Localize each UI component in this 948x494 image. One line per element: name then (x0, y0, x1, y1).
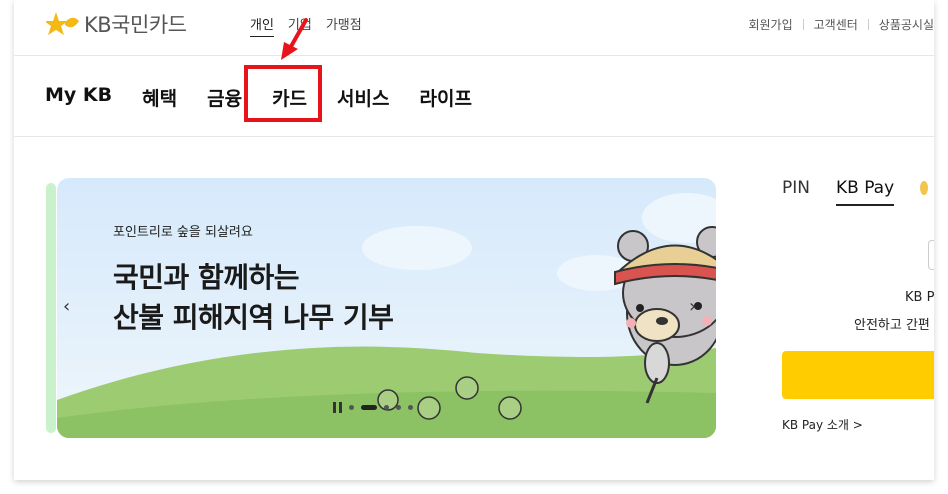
logo-text: KB국민카드 (84, 13, 187, 37)
segment-personal[interactable]: 개인 (250, 14, 274, 37)
divider (802, 19, 804, 30)
pager-dot[interactable] (384, 405, 389, 410)
pay-description-text: 안전하고 간편 (854, 318, 930, 333)
nav-life[interactable]: 라이프 (419, 84, 471, 111)
banner-title-line1: 국민과 함께하는 (113, 261, 300, 294)
kb-logo[interactable]: KB국민카드 (46, 8, 187, 40)
kb-pay-intro-link[interactable]: KB Pay 소개 > (782, 416, 863, 433)
banner-prev-button[interactable]: ‹ (63, 296, 70, 317)
prev-banner-edge (46, 183, 56, 433)
nav-benefits[interactable]: 혜택 (142, 84, 177, 111)
pause-icon[interactable] (333, 402, 342, 413)
pay-description-title: KB P (905, 290, 934, 305)
utility-links: 회원가입 고객센터 상품공시실 (748, 16, 934, 33)
promo-banner[interactable]: 포인트리로 숲을 되살려요 국민과 함께하는 산불 피해지역 나무 기부 ‹ › (57, 178, 716, 438)
tab-kb-pay[interactable]: KB Pay (835, 178, 895, 206)
divider (867, 19, 869, 30)
banner-title-line2: 산불 피해지역 나무 기부 (113, 301, 394, 334)
nav-service[interactable]: 서비스 (337, 84, 389, 111)
top-utility-bar: KB국민카드 개인 기업 가맹점 회원가입 고객센터 상품공시실 (14, 0, 934, 56)
nav-my-kb[interactable]: My KB (45, 84, 112, 111)
pager-dot[interactable] (396, 405, 401, 410)
banner-pager (333, 402, 413, 413)
signup-link[interactable]: 회원가입 (748, 16, 792, 33)
browser-viewport: KB국민카드 개인 기업 가맹점 회원가입 고객센터 상품공시실 My KB 혜… (14, 0, 934, 480)
nav-divider (14, 136, 934, 137)
banner-kicker: 포인트리로 숲을 되살려요 (113, 225, 253, 240)
product-disclosure-link[interactable]: 상품공시실 (879, 16, 934, 33)
pointer-arrow-icon (281, 18, 308, 60)
pay-login-button[interactable] (782, 351, 934, 399)
banner-next-button[interactable]: › (689, 296, 696, 317)
segment-merchant[interactable]: 가맹점 (326, 14, 362, 37)
highlight-box (244, 65, 322, 122)
customer-center-link[interactable]: 고객센터 (814, 16, 858, 33)
kb-star-icon (46, 12, 79, 35)
pager-dot[interactable] (349, 405, 354, 410)
nav-finance[interactable]: 금융 (207, 84, 242, 111)
tab-pin[interactable]: PIN (782, 178, 810, 206)
pay-tabs: PIN KB Pay (782, 178, 929, 206)
banner-title: 국민과 함께하는 산불 피해지역 나무 기부 (113, 258, 394, 338)
pager-dot[interactable] (408, 405, 413, 410)
pay-card-edge (928, 240, 934, 270)
tab-more-icon[interactable] (920, 181, 929, 195)
pager-dot-active[interactable] (361, 405, 377, 410)
